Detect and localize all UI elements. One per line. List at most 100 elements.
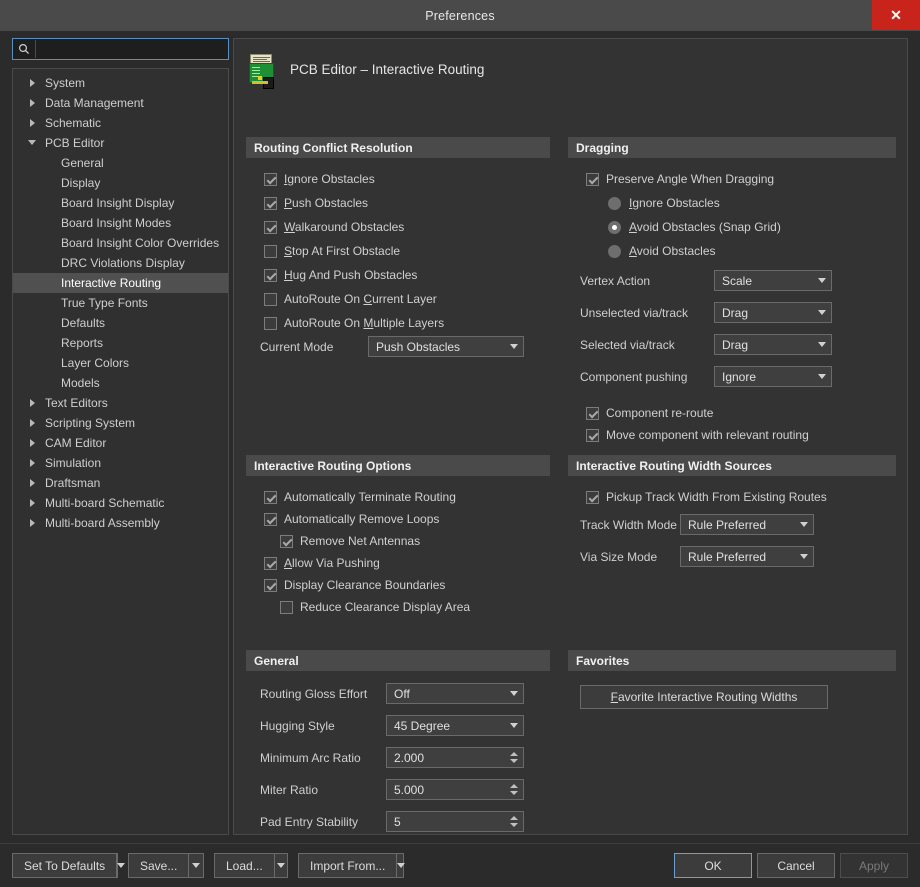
spinner-arrows-icon[interactable] <box>505 812 523 831</box>
checkbox-indicator[interactable] <box>264 578 277 592</box>
checkbox-indicator[interactable] <box>264 556 277 570</box>
chevron-down-icon[interactable] <box>505 344 523 349</box>
checkbox-reduce-clearance-display-area[interactable]: Reduce Clearance Display Area <box>280 598 470 616</box>
radio-indicator[interactable] <box>608 220 621 234</box>
checkbox-hug-and-push-obstacles[interactable]: Hug And Push Obstacles <box>264 266 417 284</box>
checkbox-indicator[interactable] <box>264 316 277 330</box>
checkbox-autoroute-on-multiple-layers[interactable]: AutoRoute On Multiple Layers <box>264 314 444 332</box>
spinner-value[interactable]: 2.000 <box>387 751 505 765</box>
radio-indicator[interactable] <box>608 244 621 258</box>
chevron-down-icon[interactable] <box>116 854 125 877</box>
spinner-arrows-icon[interactable] <box>505 780 523 799</box>
radio-indicator[interactable] <box>608 196 621 210</box>
set-to-defaults-button[interactable]: Set To Defaults <box>12 853 118 878</box>
chevron-right-icon[interactable] <box>27 476 41 490</box>
sidebar-item-text-editors[interactable]: Text Editors <box>13 393 228 413</box>
sidebar-item-multi-board-schematic[interactable]: Multi-board Schematic <box>13 493 228 513</box>
chevron-right-icon[interactable] <box>27 76 41 90</box>
sidebar-item-simulation[interactable]: Simulation <box>13 453 228 473</box>
spinner-pad-entry-stability[interactable]: 5 <box>386 811 524 832</box>
preferences-tree[interactable]: System Data Management Schematic PCB Editor… <box>12 68 229 835</box>
chevron-right-icon[interactable] <box>27 396 41 410</box>
checkbox-indicator[interactable] <box>264 268 277 282</box>
chevron-right-icon[interactable] <box>27 416 41 430</box>
checkbox-indicator[interactable] <box>586 428 599 442</box>
save-button[interactable]: Save... <box>128 853 204 878</box>
sidebar-item-display[interactable]: Display <box>13 173 228 193</box>
import-from-button[interactable]: Import From... <box>298 853 404 878</box>
sidebar-item-data-management[interactable]: Data Management <box>13 93 228 113</box>
checkbox-indicator[interactable] <box>280 534 293 548</box>
spinner-value[interactable]: 5.000 <box>387 783 505 797</box>
search-input[interactable] <box>35 40 228 58</box>
sidebar-item-true-type-fonts[interactable]: True Type Fonts <box>13 293 228 313</box>
sidebar-item-models[interactable]: Models <box>13 373 228 393</box>
sidebar-item-board-insight-display[interactable]: Board Insight Display <box>13 193 228 213</box>
checkbox-indicator[interactable] <box>586 172 599 186</box>
chevron-down-icon[interactable] <box>813 310 831 315</box>
ok-button[interactable]: OK <box>674 853 752 878</box>
combo-component-pushing[interactable]: Ignore <box>714 366 832 387</box>
radio-avoid-obstacles[interactable]: Avoid Obstacles <box>608 242 716 260</box>
sidebar-item-defaults[interactable]: Defaults <box>13 313 228 333</box>
checkbox-stop-at-first-obstacle[interactable]: Stop At First Obstacle <box>264 242 400 260</box>
checkbox-indicator[interactable] <box>586 406 599 420</box>
radio-ignore-obstacles[interactable]: Ignore Obstacles <box>608 194 720 212</box>
chevron-down-icon[interactable] <box>273 854 287 877</box>
combo-vertex-action[interactable]: Scale <box>714 270 832 291</box>
checkbox-indicator[interactable] <box>264 196 277 210</box>
sidebar-item-system[interactable]: System <box>13 73 228 93</box>
chevron-down-icon[interactable] <box>813 342 831 347</box>
close-icon[interactable]: ✕ <box>872 0 920 30</box>
combo-via-size-mode[interactable]: Rule Preferred <box>680 546 814 567</box>
spinner-miter-ratio[interactable]: 5.000 <box>386 779 524 800</box>
search-box[interactable] <box>12 38 229 60</box>
combo-routing-gloss-effort[interactable]: Off <box>386 683 524 704</box>
sidebar-item-general[interactable]: General <box>13 153 228 173</box>
sidebar-item-layer-colors[interactable]: Layer Colors <box>13 353 228 373</box>
chevron-down-icon[interactable] <box>396 854 405 877</box>
checkbox-ignore-obstacles[interactable]: Ignore Obstacles <box>264 170 375 188</box>
checkbox-move-component-with-relevant-routing[interactable]: Move component with relevant routing <box>586 426 809 444</box>
spinner-minimum-arc-ratio[interactable]: 2.000 <box>386 747 524 768</box>
load-button[interactable]: Load... <box>214 853 288 878</box>
chevron-down-icon[interactable] <box>505 691 523 696</box>
checkbox-indicator[interactable] <box>280 600 293 614</box>
chevron-right-icon[interactable] <box>27 516 41 530</box>
chevron-right-icon[interactable] <box>27 116 41 130</box>
checkbox-automatically-remove-loops[interactable]: Automatically Remove Loops <box>264 510 439 528</box>
chevron-down-icon[interactable] <box>505 723 523 728</box>
spinner-arrows-icon[interactable] <box>505 748 523 767</box>
checkbox-walkaround-obstacles[interactable]: Walkaround Obstacles <box>264 218 404 236</box>
checkbox-component-re-route[interactable]: Component re-route <box>586 404 713 422</box>
checkbox-indicator[interactable] <box>264 220 277 234</box>
chevron-down-icon[interactable] <box>27 136 41 150</box>
sidebar-item-schematic[interactable]: Schematic <box>13 113 228 133</box>
sidebar-item-scripting-system[interactable]: Scripting System <box>13 413 228 433</box>
checkbox-remove-net-antennas[interactable]: Remove Net Antennas <box>280 532 420 550</box>
checkbox-indicator[interactable] <box>264 292 277 306</box>
sidebar-item-interactive-routing[interactable]: Interactive Routing <box>13 273 228 293</box>
sidebar-item-board-insight-modes[interactable]: Board Insight Modes <box>13 213 228 233</box>
chevron-down-icon[interactable] <box>813 278 831 283</box>
sidebar-item-drc-violations-display[interactable]: DRC Violations Display <box>13 253 228 273</box>
chevron-right-icon[interactable] <box>27 456 41 470</box>
checkbox-pickup-track-width-from-existing-routes[interactable]: Pickup Track Width From Existing Routes <box>586 488 827 506</box>
spinner-value[interactable]: 5 <box>387 815 505 829</box>
checkbox-push-obstacles[interactable]: Push Obstacles <box>264 194 368 212</box>
cancel-button[interactable]: Cancel <box>757 853 835 878</box>
combo-track-width-mode[interactable]: Rule Preferred <box>680 514 814 535</box>
favorite-interactive-routing-widths-button[interactable]: Favorite Interactive Routing Widths <box>580 685 828 709</box>
checkbox-display-clearance-boundaries[interactable]: Display Clearance Boundaries <box>264 576 445 594</box>
combo-unselected-via-track[interactable]: Drag <box>714 302 832 323</box>
sidebar-item-cam-editor[interactable]: CAM Editor <box>13 433 228 453</box>
sidebar-item-reports[interactable]: Reports <box>13 333 228 353</box>
checkbox-automatically-terminate-routing[interactable]: Automatically Terminate Routing <box>264 488 456 506</box>
combo-selected-via-track[interactable]: Drag <box>714 334 832 355</box>
chevron-down-icon[interactable] <box>813 374 831 379</box>
chevron-right-icon[interactable] <box>27 496 41 510</box>
checkbox-allow-via-pushing[interactable]: Allow Via Pushing <box>264 554 380 572</box>
checkbox-indicator[interactable] <box>264 172 277 186</box>
chevron-right-icon[interactable] <box>27 96 41 110</box>
checkbox-autoroute-on-current-layer[interactable]: AutoRoute On Current Layer <box>264 290 437 308</box>
